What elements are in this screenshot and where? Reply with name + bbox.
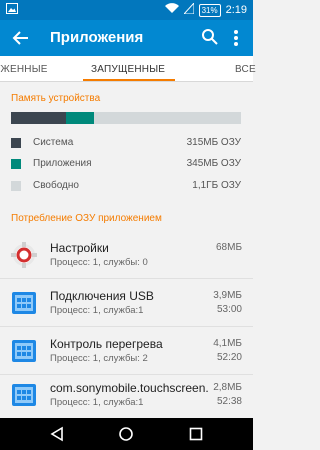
- back-icon[interactable]: [9, 26, 33, 50]
- home-circle-icon[interactable]: [118, 426, 134, 442]
- battery-icon: 31%: [198, 3, 221, 17]
- navigation-bar: [0, 418, 253, 450]
- app-process-info: Процесс: 1, службы: 2: [50, 353, 148, 364]
- app-ram-size: 4,1МБ: [213, 338, 242, 349]
- app-uptime: 52:20: [216, 352, 242, 363]
- list-item[interactable]: Подключения USB Процесс: 1, служба:1 3,9…: [0, 283, 253, 325]
- legend-swatch-system: [11, 138, 21, 148]
- list-item[interactable]: com.sonymobile.touchscreen. Процесс: 1, …: [0, 375, 253, 417]
- app-name: Контроль перегрева: [50, 337, 163, 351]
- tab-downloaded[interactable]: УЖЕННЫЕ: [0, 64, 48, 75]
- legend-label: Свободно: [33, 180, 79, 191]
- signal-icon: [182, 1, 195, 17]
- ram-usage-heading: Потребление ОЗУ приложением: [11, 213, 162, 224]
- legend-row-apps: Приложения 345МБ ОЗУ: [11, 157, 241, 171]
- legend-value: 345МБ ОЗУ: [186, 158, 241, 169]
- settings-icon: [11, 242, 37, 268]
- legend-row-system: Система 315МБ ОЗУ: [11, 136, 241, 150]
- legend-swatch-apps: [11, 159, 21, 169]
- memory-bar-system: [11, 112, 67, 124]
- app-ram-size: 2,8МБ: [213, 382, 242, 393]
- page-title: Приложения: [50, 29, 144, 46]
- app-process-info: Процесс: 1, службы: 0: [50, 257, 148, 268]
- legend-row-free: Свободно 1,1ГБ ОЗУ: [11, 179, 241, 193]
- android-app-icon: [11, 382, 37, 408]
- status-bar: 31% 2:19: [0, 0, 253, 20]
- app-uptime: 53:00: [216, 304, 242, 315]
- clock: 2:19: [225, 4, 247, 16]
- search-icon[interactable]: [200, 27, 220, 47]
- tab-indicator: [83, 79, 175, 81]
- wifi-icon: [164, 3, 179, 17]
- recents-square-icon[interactable]: [188, 426, 204, 442]
- back-triangle-icon[interactable]: [49, 426, 65, 442]
- tab-all[interactable]: ВСЕ: [235, 64, 256, 75]
- android-app-icon: [11, 338, 37, 364]
- legend-label: Система: [33, 137, 74, 148]
- image-notification-icon: [6, 3, 18, 17]
- app-ram-size: 68МБ: [215, 242, 242, 253]
- memory-usage-bar: [11, 112, 241, 124]
- tab-bar: УЖЕННЫЕ ЗАПУЩЕННЫЕ ВСЕ: [0, 56, 256, 82]
- divider: [0, 278, 253, 279]
- legend-value: 315МБ ОЗУ: [186, 137, 241, 148]
- list-item[interactable]: Настройки Процесс: 1, службы: 0 68МБ: [0, 235, 253, 277]
- list-item[interactable]: Контроль перегрева Процесс: 1, службы: 2…: [0, 331, 253, 373]
- app-name: Настройки: [50, 241, 109, 255]
- memory-bar-apps: [66, 112, 94, 124]
- app-uptime: 52:38: [216, 396, 242, 407]
- android-app-icon: [11, 290, 37, 316]
- app-name: com.sonymobile.touchscreen.: [50, 381, 209, 395]
- legend-label: Приложения: [33, 158, 92, 169]
- app-bar: Приложения: [0, 20, 253, 56]
- legend-swatch-free: [11, 181, 21, 191]
- app-ram-size: 3,9МБ: [213, 290, 242, 301]
- app-process-info: Процесс: 1, служба:1: [50, 305, 144, 316]
- app-process-info: Процесс: 1, служба:1: [50, 397, 144, 408]
- tab-running[interactable]: ЗАПУЩЕННЫЕ: [91, 64, 165, 75]
- legend-value: 1,1ГБ ОЗУ: [192, 180, 241, 191]
- device-memory-heading: Память устройства: [11, 93, 101, 104]
- divider: [0, 326, 253, 327]
- app-name: Подключения USB: [50, 289, 154, 303]
- more-icon[interactable]: [229, 26, 243, 50]
